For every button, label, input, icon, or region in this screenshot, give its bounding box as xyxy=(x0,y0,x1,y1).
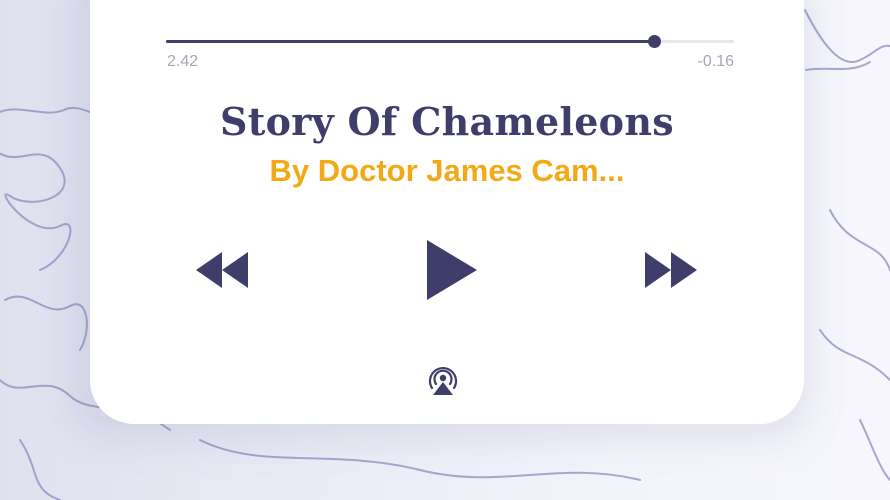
track-author: By Doctor James Cam... xyxy=(269,153,625,188)
airplay-icon xyxy=(428,367,458,395)
progress-bar[interactable] xyxy=(166,35,734,48)
play-icon xyxy=(427,240,477,300)
rewind-icon xyxy=(196,252,248,288)
remaining-time: -0.16 xyxy=(697,53,734,70)
rewind-button[interactable] xyxy=(192,250,250,290)
elapsed-time: 2.42 xyxy=(167,53,199,70)
fast-forward-icon xyxy=(645,252,697,288)
fast-forward-button[interactable] xyxy=(643,250,701,290)
airplay-button[interactable] xyxy=(425,362,461,398)
play-button[interactable] xyxy=(424,238,480,302)
progress-fill xyxy=(166,40,655,43)
track-title: Story Of Chameleons xyxy=(220,99,674,144)
